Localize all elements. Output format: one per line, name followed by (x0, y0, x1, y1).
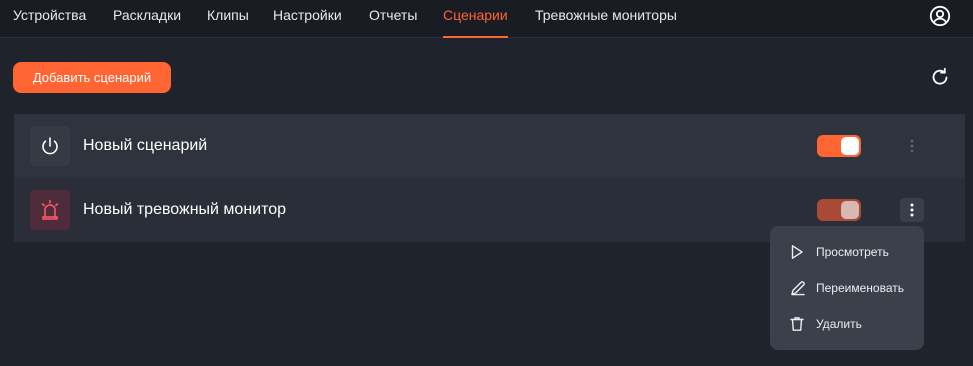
tab-alarm-monitors[interactable]: Тревожные мониторы (535, 0, 677, 38)
user-circle-icon[interactable] (929, 5, 951, 27)
tab-scenarios[interactable]: Сценарии (443, 0, 508, 38)
menu-item-label: Переименовать (816, 281, 904, 295)
refresh-icon[interactable] (930, 67, 950, 87)
alarm-siren-icon (30, 190, 70, 230)
pencil-icon (791, 281, 805, 296)
toggle-knob (841, 137, 859, 155)
play-icon (791, 245, 803, 259)
trash-icon (790, 317, 804, 331)
scenario-toggle[interactable] (817, 199, 861, 221)
menu-item-label: Удалить (816, 317, 862, 331)
scenario-toggle[interactable] (817, 135, 861, 157)
scenario-title: Новый тревожный монитор (83, 201, 287, 218)
tab-clips[interactable]: Клипы (207, 0, 249, 38)
more-options-icon[interactable] (900, 198, 924, 222)
tab-reports[interactable]: Отчеты (369, 0, 417, 38)
tab-layouts[interactable]: Раскладки (113, 0, 181, 38)
scenario-list: Новый сценарий Новый тревожный монитор (14, 114, 965, 242)
menu-item-label: Просмотреть (816, 245, 889, 259)
menu-item-view[interactable]: Просмотреть (770, 234, 924, 270)
power-icon (30, 126, 70, 166)
top-navigation: Устройства Раскладки Клипы Настройки Отч… (0, 0, 973, 38)
toggle-knob (841, 201, 859, 219)
menu-item-delete[interactable]: Удалить (770, 306, 924, 342)
tab-settings[interactable]: Настройки (273, 0, 342, 38)
tab-devices[interactable]: Устройства (13, 0, 86, 38)
menu-item-rename[interactable]: Переименовать (770, 270, 924, 306)
list-item[interactable]: Новый сценарий (14, 114, 965, 178)
scenario-title: Новый сценарий (83, 137, 208, 154)
context-menu: Просмотреть Переименовать Удалить (770, 226, 924, 350)
more-options-icon[interactable] (900, 134, 924, 158)
add-scenario-button[interactable]: Добавить сценарий (13, 62, 171, 93)
